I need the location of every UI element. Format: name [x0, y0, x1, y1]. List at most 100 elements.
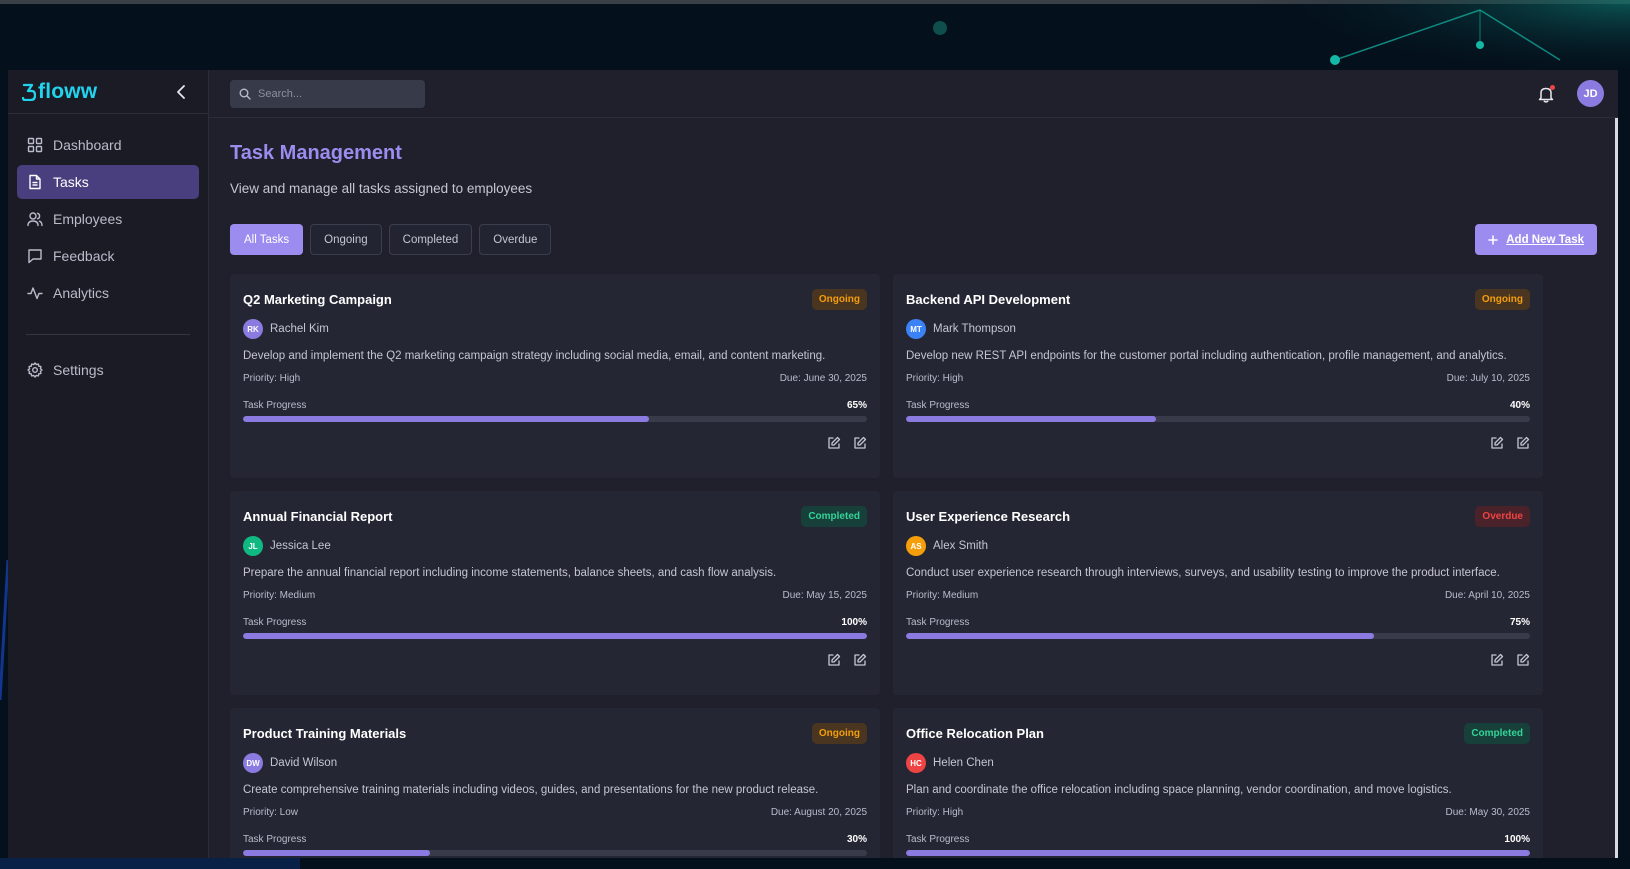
- edit-icon[interactable]: [853, 653, 867, 667]
- logo-icon: [22, 83, 36, 101]
- brand-name: floww: [38, 79, 98, 103]
- main-area: JD Task Management View and manage all t…: [209, 70, 1618, 858]
- assignee-avatar: MT: [906, 319, 926, 339]
- collapse-sidebar-button[interactable]: [170, 81, 192, 103]
- filter-completed[interactable]: Completed: [388, 224, 473, 255]
- task-card[interactable]: Office Relocation Plan Completed HC Hele…: [893, 708, 1543, 858]
- task-grid: Q2 Marketing Campaign Ongoing RK Rachel …: [230, 274, 1597, 858]
- status-badge: Completed: [801, 505, 867, 527]
- task-description: Develop new REST API endpoints for the c…: [906, 350, 1507, 362]
- task-progress-header: Task Progress 30%: [243, 834, 867, 845]
- task-toolbar: All Tasks Ongoing Completed Overdue Add …: [230, 224, 1597, 255]
- gear-icon: [27, 362, 43, 378]
- task-card[interactable]: Annual Financial Report Completed JL Jes…: [230, 491, 880, 695]
- task-card[interactable]: Q2 Marketing Campaign Ongoing RK Rachel …: [230, 274, 880, 478]
- sidebar: floww Dashboard Tasks Employees Feedback…: [8, 70, 209, 858]
- progress-percent: 100%: [841, 617, 867, 628]
- add-new-task-label: Add New Task: [1506, 233, 1584, 246]
- task-meta: Priority: Medium Due: May 15, 2025: [243, 590, 867, 601]
- search-box[interactable]: [230, 79, 425, 108]
- notification-dot: [1550, 84, 1555, 90]
- users-icon: [27, 212, 43, 227]
- assignee-avatar: HC: [906, 753, 926, 773]
- task-card[interactable]: User Experience Research Overdue AS Alex…: [893, 491, 1543, 695]
- plus-icon: [1488, 234, 1498, 245]
- sidebar-item-settings[interactable]: Settings: [17, 353, 199, 387]
- task-actions: [243, 436, 867, 450]
- task-card-header: Backend API Development Ongoing: [906, 288, 1530, 310]
- user-avatar[interactable]: JD: [1577, 80, 1604, 107]
- task-progress-header: Task Progress 100%: [243, 617, 867, 628]
- filter-overdue[interactable]: Overdue: [479, 224, 552, 255]
- filter-tabs: All Tasks Ongoing Completed Overdue: [230, 224, 552, 255]
- search-icon: [239, 88, 251, 100]
- edit-icon[interactable]: [827, 653, 841, 667]
- content: Task Management View and manage all task…: [209, 118, 1618, 858]
- sidebar-item-employees[interactable]: Employees: [17, 202, 199, 236]
- assignee-avatar: DW: [243, 753, 263, 773]
- task-description: Prepare the annual financial report incl…: [243, 567, 777, 579]
- sidebar-item-label: Feedback: [53, 248, 115, 264]
- progress-label: Task Progress: [906, 400, 970, 411]
- task-assignee: AS Alex Smith: [906, 536, 1530, 556]
- task-card-header: Product Training Materials Ongoing: [243, 722, 867, 744]
- progress-percent: 65%: [846, 400, 867, 411]
- task-card[interactable]: Product Training Materials Ongoing DW Da…: [230, 708, 880, 858]
- progress-label: Task Progress: [906, 617, 970, 628]
- progress-bar-fill: [243, 633, 867, 639]
- task-description: Conduct user experience research through…: [906, 567, 1500, 579]
- sidebar-nav: Dashboard Tasks Employees Feedback Analy…: [8, 114, 208, 387]
- filter-all-tasks[interactable]: All Tasks: [230, 224, 304, 255]
- task-priority: Priority: Low: [243, 807, 299, 818]
- logo[interactable]: floww: [22, 80, 97, 104]
- chevron-left-icon: [177, 84, 185, 99]
- progress-bar: [906, 850, 1530, 856]
- notification-button[interactable]: [1537, 84, 1555, 103]
- search-input[interactable]: [258, 87, 408, 100]
- sidebar-item-label: Analytics: [53, 285, 110, 301]
- filter-ongoing[interactable]: Ongoing: [310, 224, 382, 255]
- edit-icon[interactable]: [1516, 436, 1530, 450]
- sidebar-header: floww: [8, 70, 208, 114]
- assignee-name: Helen Chen: [933, 757, 994, 769]
- task-due-date: Due: May 15, 2025: [782, 590, 868, 601]
- progress-percent: 40%: [1509, 400, 1530, 411]
- edit-icon[interactable]: [1516, 653, 1530, 667]
- task-meta: Priority: High Due: June 30, 2025: [243, 373, 867, 384]
- progress-bar: [906, 633, 1530, 639]
- progress-bar-fill: [906, 850, 1530, 856]
- task-card[interactable]: Backend API Development Ongoing MT Mark …: [893, 274, 1543, 478]
- sidebar-item-tasks[interactable]: Tasks: [17, 165, 199, 199]
- task-assignee: HC Helen Chen: [906, 753, 1530, 773]
- assignee-name: Alex Smith: [933, 540, 988, 552]
- sidebar-item-feedback[interactable]: Feedback: [17, 239, 199, 273]
- task-meta: Priority: High Due: July 10, 2025: [906, 373, 1530, 384]
- page-title: Task Management: [230, 142, 402, 164]
- add-new-task-button[interactable]: Add New Task: [1475, 224, 1597, 255]
- progress-bar-fill: [906, 633, 1374, 639]
- task-meta: Priority: Low Due: August 20, 2025: [243, 807, 867, 818]
- status-badge: Ongoing: [811, 288, 867, 310]
- task-assignee: MT Mark Thompson: [906, 319, 1530, 339]
- edit-icon[interactable]: [1490, 653, 1504, 667]
- edit-icon[interactable]: [1490, 436, 1504, 450]
- sidebar-item-dashboard[interactable]: Dashboard: [17, 128, 199, 162]
- edit-icon[interactable]: [827, 436, 841, 450]
- activity-icon: [27, 287, 43, 300]
- scrollbar[interactable]: [1615, 118, 1618, 858]
- task-card-header: Office Relocation Plan Completed: [906, 722, 1530, 744]
- task-priority: Priority: High: [243, 373, 301, 384]
- sidebar-item-label: Tasks: [53, 174, 89, 190]
- task-meta: Priority: High Due: May 30, 2025: [906, 807, 1530, 818]
- progress-bar-fill: [243, 850, 431, 856]
- task-progress-header: Task Progress 65%: [243, 400, 867, 411]
- task-meta: Priority: Medium Due: April 10, 2025: [906, 590, 1530, 601]
- progress-bar-fill: [906, 416, 1156, 422]
- edit-icon[interactable]: [853, 436, 867, 450]
- topbar: JD: [209, 70, 1618, 118]
- task-title: Q2 Marketing Campaign: [243, 291, 392, 307]
- task-assignee: JL Jessica Lee: [243, 536, 867, 556]
- task-description: Create comprehensive training materials …: [243, 784, 819, 796]
- sidebar-item-analytics[interactable]: Analytics: [17, 276, 199, 310]
- task-due-date: Due: July 10, 2025: [1446, 373, 1530, 384]
